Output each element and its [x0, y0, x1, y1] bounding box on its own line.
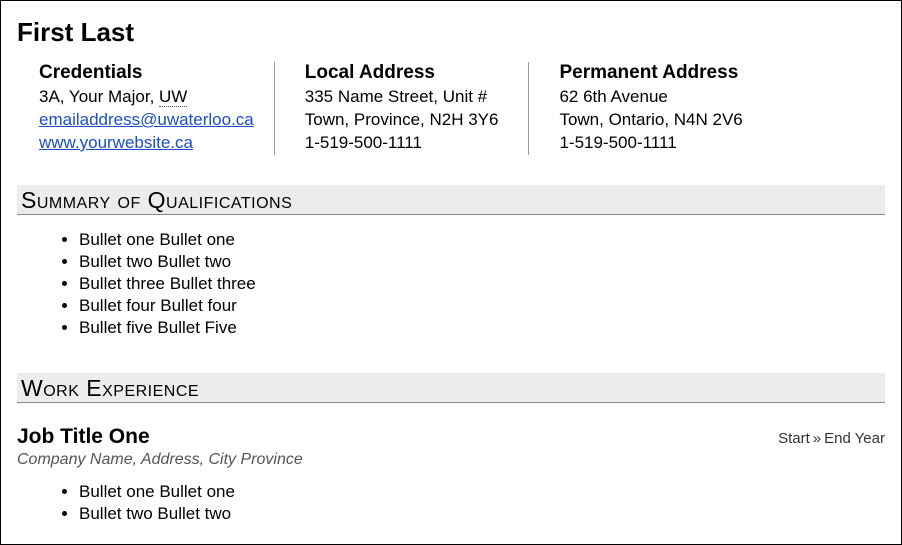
- job-dates: Start»End Year: [778, 430, 885, 447]
- permanent-address-block: Permanent Address 62 6th Avenue Town, On…: [528, 62, 762, 155]
- local-line1: 335 Name Street, Unit #: [305, 86, 499, 109]
- job-bullets: Bullet one Bullet one Bullet two Bullet …: [61, 481, 885, 525]
- permanent-address-title: Permanent Address: [559, 62, 742, 84]
- list-item: Bullet five Bullet Five: [79, 317, 885, 339]
- credentials-school-abbr: UW: [159, 87, 187, 107]
- job-header-row: Job Title One Start»End Year: [17, 425, 885, 449]
- permanent-line2: Town, Ontario, N4N 2V6: [559, 109, 742, 132]
- job-company: Company Name, Address, City Province: [17, 451, 885, 469]
- list-item: Bullet four Bullet four: [79, 295, 885, 317]
- credentials-block: Credentials 3A, Your Major, UW emailaddr…: [39, 62, 274, 155]
- list-item: Bullet one Bullet one: [79, 481, 885, 503]
- job-date-end: End Year: [824, 430, 885, 447]
- permanent-line1: 62 6th Avenue: [559, 86, 742, 109]
- person-name: First Last: [17, 17, 885, 48]
- local-phone: 1-519-500-1111: [305, 132, 499, 155]
- credentials-line: 3A, Your Major, UW: [39, 86, 254, 109]
- website-link[interactable]: www.yourwebsite.ca: [39, 133, 193, 152]
- list-item: Bullet three Bullet three: [79, 273, 885, 295]
- date-separator-icon: »: [810, 430, 824, 447]
- list-item: Bullet two Bullet two: [79, 503, 885, 525]
- local-line2: Town, Province, N2H 3Y6: [305, 109, 499, 132]
- local-address-title: Local Address: [305, 62, 499, 84]
- job-title: Job Title One: [17, 425, 150, 449]
- list-item: Bullet two Bullet two: [79, 251, 885, 273]
- credentials-major: 3A, Your Major,: [39, 87, 159, 106]
- local-address-block: Local Address 335 Name Street, Unit # To…: [274, 62, 529, 155]
- job-date-start: Start: [778, 430, 810, 447]
- list-item: Bullet one Bullet one: [79, 229, 885, 251]
- section-work-header: Work Experience: [17, 373, 885, 403]
- email-link[interactable]: emailaddress@uwaterloo.ca: [39, 110, 254, 129]
- permanent-phone: 1-519-500-1111: [559, 132, 742, 155]
- summary-bullets: Bullet one Bullet one Bullet two Bullet …: [61, 229, 885, 339]
- section-summary-header: Summary of Qualifications: [17, 185, 885, 215]
- credentials-title: Credentials: [39, 62, 254, 84]
- contact-row: Credentials 3A, Your Major, UW emailaddr…: [39, 62, 885, 155]
